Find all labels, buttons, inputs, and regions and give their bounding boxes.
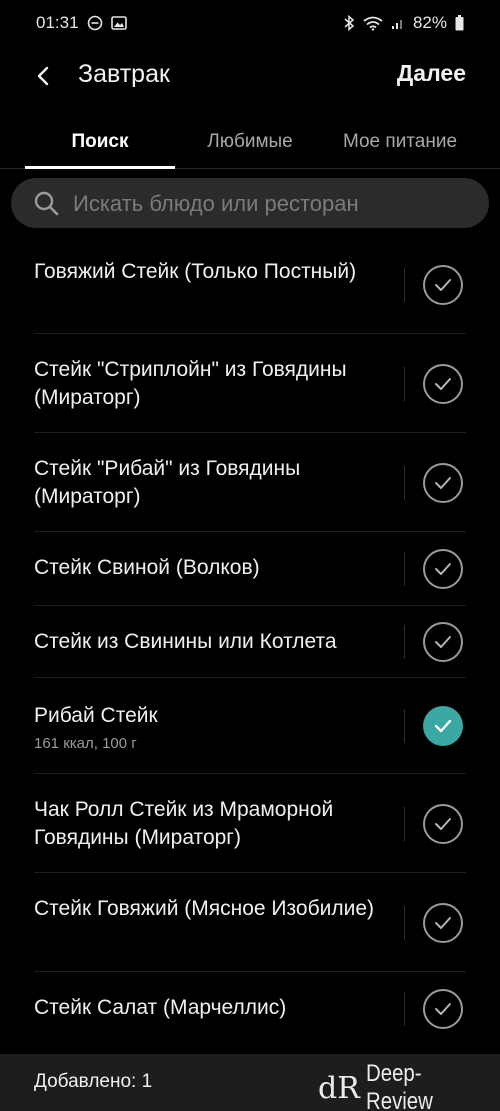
divider <box>404 367 405 401</box>
check-icon <box>435 818 451 830</box>
added-item-check[interactable] <box>423 706 463 746</box>
search-bar[interactable] <box>11 178 489 230</box>
check-icon <box>435 279 451 291</box>
list-item[interactable]: Стейк из Свинины или Котлета <box>0 606 500 678</box>
app-header: Завтрак Далее <box>0 46 500 106</box>
signal-icon <box>391 16 405 30</box>
tab-my-food[interactable]: Мое питание <box>325 118 475 166</box>
item-name: Стейк из Свинины или Котлета <box>34 630 337 653</box>
list-item[interactable]: Стейк "Стриплойн" из Говядины (Мираторг) <box>0 334 500 433</box>
item-name: Говяжий Стейк (Только Постный) <box>34 260 357 283</box>
divider <box>404 906 405 940</box>
battery-percent: 82% <box>412 13 447 32</box>
add-item-button[interactable] <box>423 265 463 305</box>
item-name: Стейк Говяжий (Мясное Изобилие) <box>34 897 374 920</box>
check-icon <box>435 1003 451 1015</box>
bluetooth-icon <box>343 15 355 31</box>
add-item-button[interactable] <box>423 622 463 662</box>
wifi-icon <box>363 16 383 31</box>
divider <box>404 268 405 302</box>
list-item[interactable]: Говяжий Стейк (Только Постный) <box>0 236 500 334</box>
item-name: Стейк "Стриплойн" из Говядины (Мираторг) <box>34 358 347 409</box>
add-item-button[interactable] <box>423 989 463 1029</box>
battery-icon <box>455 15 464 31</box>
page-title: Завтрак <box>78 60 170 88</box>
watermark-text: Deep-Review <box>365 1060 433 1111</box>
divider <box>404 992 405 1026</box>
status-time: 01:31 <box>36 13 79 32</box>
check-icon <box>434 719 452 733</box>
minus-circle-icon <box>87 15 103 31</box>
status-left: 01:31 <box>36 13 127 33</box>
divider <box>404 552 405 586</box>
check-icon <box>435 378 451 390</box>
list-item[interactable]: Стейк Свиной (Волков) <box>0 532 500 606</box>
check-icon <box>435 563 451 575</box>
add-item-button[interactable] <box>423 549 463 589</box>
list-item[interactable]: Стейк Говяжий (Мясное Изобилие) <box>0 873 500 972</box>
search-input[interactable] <box>71 178 475 230</box>
item-name: Стейк Свиной (Волков) <box>34 556 260 579</box>
check-icon <box>435 917 451 929</box>
check-icon <box>435 636 451 648</box>
tab-search[interactable]: Поиск <box>25 118 175 166</box>
list-item-selected[interactable]: Рибай Стейк 161 ккал, 100 г <box>0 678 500 774</box>
tab-bar: Поиск Любимые Мое питание <box>0 118 500 170</box>
chevron-left-icon <box>37 66 49 86</box>
item-name: Рибай Стейк <box>34 704 158 727</box>
food-list: Говяжий Стейк (Только Постный) Стейк "Ст… <box>0 236 500 1046</box>
image-icon <box>110 16 127 30</box>
status-bar: 01:31 82% <box>0 0 500 46</box>
bottom-bar: Добавлено: 1 dR Deep-Review <box>0 1054 500 1111</box>
list-item[interactable]: Стейк "Рибай" из Говядины (Мираторг) <box>0 433 500 532</box>
search-icon <box>34 191 59 216</box>
added-count: Добавлено: 1 <box>34 1071 153 1092</box>
add-item-button[interactable] <box>423 804 463 844</box>
active-tab-indicator <box>25 166 175 169</box>
divider <box>404 807 405 841</box>
status-right: 82% <box>343 13 464 33</box>
item-name: Стейк Салат (Марчеллис) <box>34 996 287 1019</box>
add-item-button[interactable] <box>423 364 463 404</box>
screen: 01:31 82% Завтрак Далее Поиск Любимые Мо… <box>0 0 500 1111</box>
list-item[interactable]: Чак Ролл Стейк из Мраморной Говядины (Ми… <box>0 774 500 873</box>
item-nutrition: 161 ккал, 100 г <box>34 735 137 752</box>
check-icon <box>435 477 451 489</box>
divider <box>404 709 405 743</box>
item-name: Стейк "Рибай" из Говядины (Мираторг) <box>34 457 301 508</box>
add-item-button[interactable] <box>423 463 463 503</box>
next-button[interactable]: Далее <box>397 60 466 87</box>
tab-favorites[interactable]: Любимые <box>175 118 325 166</box>
back-button[interactable] <box>26 58 62 94</box>
item-name: Чак Ролл Стейк из Мраморной Говядины (Ми… <box>34 798 334 849</box>
divider <box>404 625 405 659</box>
watermark: dR Deep-Review <box>318 1060 500 1111</box>
list-item[interactable]: Стейк Салат (Марчеллис) <box>0 972 500 1046</box>
watermark-logo: dR <box>318 1070 360 1106</box>
add-item-button[interactable] <box>423 903 463 943</box>
divider <box>404 466 405 500</box>
